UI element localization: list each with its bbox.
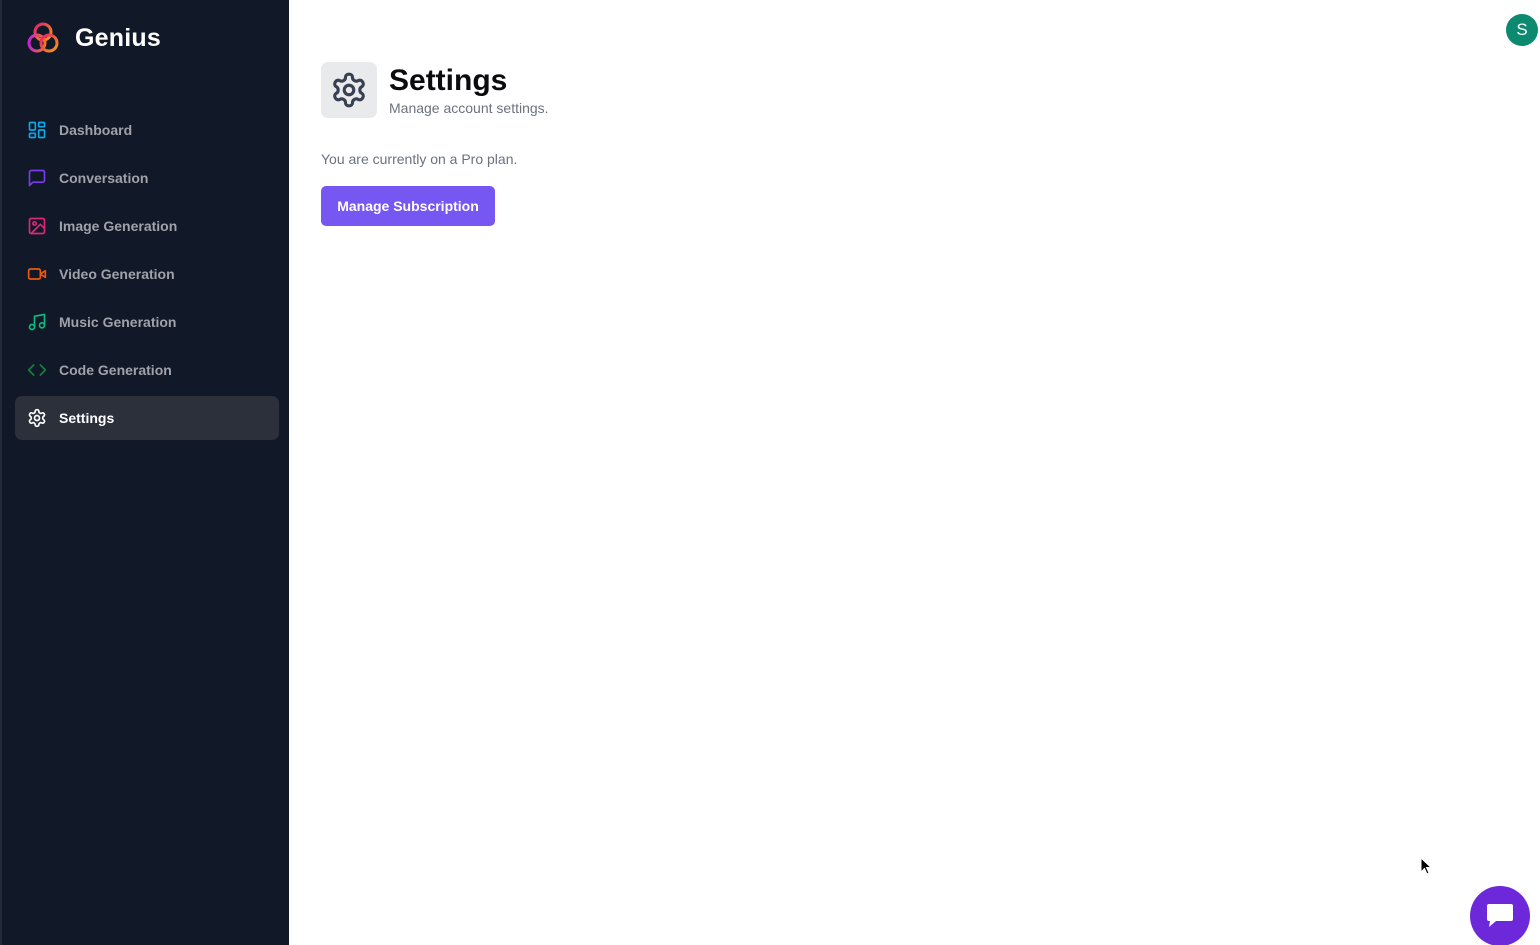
plan-status-text: You are currently on a Pro plan. — [321, 151, 518, 167]
sidebar-item-image-generation[interactable]: Image Generation — [15, 204, 279, 248]
sidebar-nav: Dashboard Conversation Image Generation … — [15, 108, 279, 444]
sidebar-item-label: Image Generation — [59, 218, 178, 234]
genius-logo-icon — [27, 22, 59, 53]
chat-bubble-icon — [1487, 904, 1513, 927]
sidebar: Genius Dashboard Conversation Image Gene… — [0, 0, 289, 945]
main-content: S Settings Manage account settings. You … — [289, 0, 1540, 945]
sidebar-item-label: Music Generation — [59, 314, 177, 330]
sidebar-item-label: Settings — [59, 410, 115, 426]
sidebar-item-music-generation[interactable]: Music Generation — [15, 300, 279, 344]
page-subtitle: Manage account settings. — [389, 100, 549, 116]
sidebar-item-settings[interactable]: Settings — [15, 396, 279, 440]
mouse-cursor-icon — [1420, 857, 1432, 875]
sidebar-item-code-generation[interactable]: Code Generation — [15, 348, 279, 392]
sidebar-item-dashboard[interactable]: Dashboard — [15, 108, 279, 152]
heading-icon-box — [321, 62, 377, 118]
user-avatar[interactable]: S — [1506, 14, 1538, 46]
sidebar-item-label: Code Generation — [59, 362, 172, 378]
brand-link[interactable]: Genius — [26, 20, 161, 56]
gear-icon — [27, 408, 47, 428]
chat-icon — [27, 168, 47, 188]
sidebar-item-label: Video Generation — [59, 266, 175, 282]
sidebar-item-label: Dashboard — [59, 122, 133, 138]
code-icon — [27, 360, 47, 380]
sidebar-item-video-generation[interactable]: Video Generation — [15, 252, 279, 296]
chat-support-button[interactable] — [1470, 886, 1530, 945]
image-icon — [27, 216, 47, 236]
dashboard-icon — [27, 120, 47, 140]
sidebar-item-label: Conversation — [59, 170, 149, 186]
page-heading: Settings Manage account settings. — [321, 62, 549, 118]
brand-name: Genius — [75, 23, 161, 52]
heading-text: Settings Manage account settings. — [389, 64, 549, 116]
app-root: Genius Dashboard Conversation Image Gene… — [0, 0, 1540, 945]
manage-subscription-button[interactable]: Manage Subscription — [321, 186, 495, 226]
video-icon — [27, 264, 47, 284]
music-icon — [27, 312, 47, 332]
page-title: Settings — [389, 64, 508, 97]
sidebar-item-conversation[interactable]: Conversation — [15, 156, 279, 200]
gear-icon — [333, 72, 365, 108]
